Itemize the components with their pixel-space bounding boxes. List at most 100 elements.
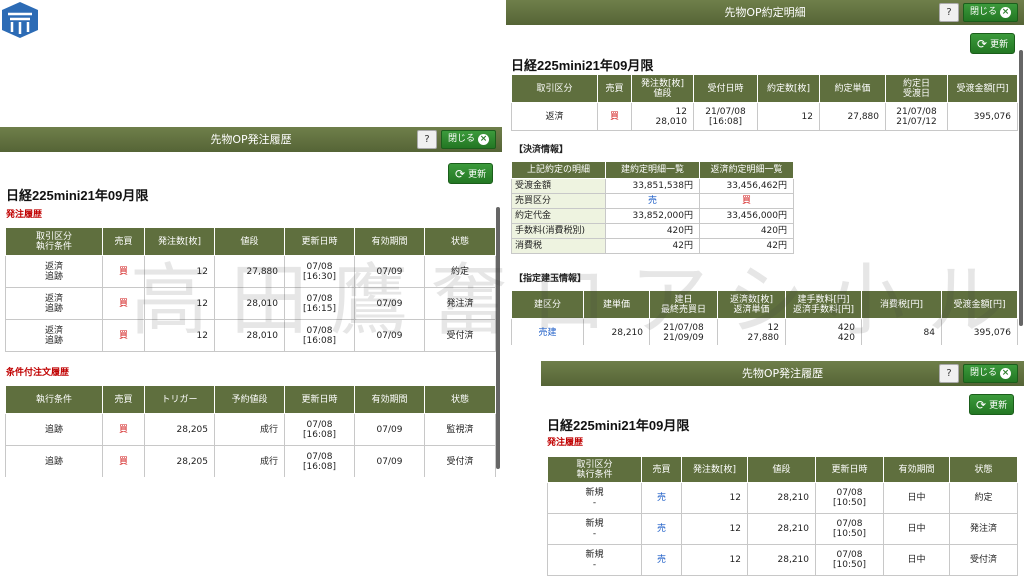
table-cell: 返済 追跡 bbox=[5, 255, 103, 288]
table-cell: 07/08 [16:30] bbox=[284, 255, 355, 288]
column-header: 有効期間 bbox=[883, 456, 950, 483]
table-cell: 売 bbox=[605, 193, 700, 209]
window-title: 先物OP約定明細 bbox=[724, 6, 806, 19]
table-cell: 追跡 bbox=[5, 413, 103, 446]
column-header: 約定数[枚] bbox=[757, 74, 820, 103]
table-cell: 日中 bbox=[883, 482, 950, 514]
column-header: 取引区分 執行条件 bbox=[547, 456, 642, 483]
table-cell: 28,210 bbox=[747, 513, 816, 545]
table-cell: 27,880 bbox=[819, 102, 886, 131]
table-cell[interactable]: 買 bbox=[102, 255, 145, 288]
column-header: 有効期間 bbox=[354, 227, 425, 256]
table-cell: 約定代金 bbox=[511, 208, 606, 224]
table-header-row: 取引区分 売買 発注数[枚] 値段 受付日時 約定数[枚] 約定単価 約定日 受渡日 受渡金額… bbox=[511, 74, 1018, 103]
table-cell: 12 bbox=[757, 102, 820, 131]
refresh-button[interactable]: ⟳ 更新 bbox=[448, 163, 494, 184]
help-button[interactable]: ? bbox=[938, 3, 959, 22]
window-title: 先物OP発注履歴 bbox=[210, 133, 292, 146]
close-button[interactable]: 閉じる × bbox=[962, 3, 1018, 22]
refresh-button[interactable]: ⟳ 更新 bbox=[970, 33, 1016, 54]
table-cell: 発注済 bbox=[424, 287, 496, 320]
refresh-button[interactable]: ⟳ 更新 bbox=[969, 394, 1015, 415]
table-cell: 受付済 bbox=[949, 544, 1018, 576]
column-header: 売買 bbox=[597, 74, 632, 103]
column-header: 建単価 bbox=[583, 290, 650, 319]
column-header: 受付日時 bbox=[693, 74, 758, 103]
help-button[interactable]: ? bbox=[938, 364, 959, 383]
column-header: 建手数料[円] 返済手数料[円] bbox=[785, 290, 862, 319]
table-cell: 33,456,000円 bbox=[699, 208, 794, 224]
table-cell[interactable]: 買 bbox=[102, 319, 145, 352]
column-header: 建区分 bbox=[511, 290, 584, 319]
help-button[interactable]: ? bbox=[416, 130, 437, 149]
table-cell: 受渡金額 bbox=[511, 178, 606, 194]
refresh-icon: ⟳ bbox=[455, 166, 466, 181]
column-header: 受渡金額[円] bbox=[941, 290, 1018, 319]
order-history-table: 取引区分 執行条件 売買 発注数[枚] 値段 更新日時 有効期間 状態 返済 追跡買 12 27… bbox=[5, 227, 496, 352]
column-header: 返済数[枚] 返済単価 bbox=[717, 290, 786, 319]
column-header: 売買 bbox=[102, 385, 145, 414]
table-cell[interactable]: 買 bbox=[597, 102, 632, 131]
table-cell: 07/09 bbox=[354, 413, 425, 446]
table-cell: 07/09 bbox=[354, 287, 425, 320]
table-cell: 返済 追跡 bbox=[5, 319, 103, 352]
table-row: 追跡買 28,205 成行 07/08 [16:08] 07/09 受付済 bbox=[5, 445, 496, 477]
scrollbar[interactable] bbox=[1019, 50, 1023, 326]
close-button[interactable]: 閉じる × bbox=[440, 130, 496, 149]
table-cell: 12 28,010 bbox=[631, 102, 694, 131]
table-cell: 売買区分 bbox=[511, 193, 606, 209]
column-header: 取引区分 bbox=[511, 74, 598, 103]
table-cell: 12 bbox=[681, 544, 748, 576]
column-header: 状態 bbox=[949, 456, 1018, 483]
table-cell: 消費税 bbox=[511, 238, 606, 254]
table-cell: 手数料(消費税別) bbox=[511, 223, 606, 239]
scrollbar[interactable] bbox=[496, 207, 500, 469]
page-title: 日経225mini21年09月限 bbox=[547, 418, 690, 433]
settlement-info-label: 【決済情報】 bbox=[514, 145, 569, 155]
table-row: 手数料(消費税別) 420円 420円 bbox=[511, 223, 794, 239]
table-cell: 84 bbox=[861, 318, 942, 345]
column-header: 発注数[枚] bbox=[681, 456, 748, 483]
table-cell: 33,456,462円 bbox=[699, 178, 794, 194]
table-cell[interactable]: 売建 bbox=[511, 318, 584, 345]
table-cell: 28,205 bbox=[144, 413, 215, 446]
order-history-table: 取引区分 執行条件 売買 発注数[枚] 値段 更新日時 有効期間 状態 新規 - 売 12 28,… bbox=[547, 456, 1018, 576]
table-cell: 28,210 bbox=[747, 482, 816, 514]
table-cell[interactable]: 買 bbox=[102, 445, 145, 477]
column-header: 値段 bbox=[747, 456, 816, 483]
column-header: 返済約定明細一覧 bbox=[699, 161, 794, 179]
table-cell: 新規 - bbox=[547, 482, 642, 514]
table-cell: 21/07/08 [16:08] bbox=[693, 102, 758, 131]
execution-table: 取引区分 売買 発注数[枚] 値段 受付日時 約定数[枚] 約定単価 約定日 受渡日 受渡金額… bbox=[511, 74, 1018, 131]
table-row: 受渡金額 33,851,538円 33,456,462円 bbox=[511, 178, 794, 194]
column-header: 有効期間 bbox=[354, 385, 425, 414]
table-row: 新規 - 売 12 28,210 07/08 [10:50] 日中 約定 bbox=[547, 482, 1018, 514]
table-cell: 07/08 [10:50] bbox=[815, 513, 884, 545]
table-cell: 07/08 [16:15] bbox=[284, 287, 355, 320]
column-header: 値段 bbox=[214, 227, 285, 256]
table-row: 売建 28,210 21/07/08 21/09/09 12 27,880 420 42… bbox=[511, 318, 1018, 345]
column-header: 取引区分 執行条件 bbox=[5, 227, 103, 256]
table-cell: 42円 bbox=[699, 238, 794, 254]
table-cell[interactable]: 売 bbox=[641, 513, 682, 545]
column-header: 更新日時 bbox=[284, 385, 355, 414]
page-title: 日経225mini21年09月限 bbox=[6, 188, 149, 203]
column-header: 更新日時 bbox=[815, 456, 884, 483]
table-header-row: 建区分 建単価 建日 最終売買日 返済数[枚] 返済単価 建手数料[円] 返済手数料[円… bbox=[511, 290, 1018, 319]
table-cell: 07/08 [10:50] bbox=[815, 544, 884, 576]
close-icon: × bbox=[1000, 7, 1011, 18]
order-history-label: 発注履歴 bbox=[6, 210, 43, 220]
table-cell: 受付済 bbox=[424, 445, 496, 477]
table-cell[interactable]: 買 bbox=[102, 287, 145, 320]
table-cell[interactable]: 売 bbox=[641, 482, 682, 514]
table-row: 売買区分売買 bbox=[511, 193, 794, 209]
column-header: 受渡金額[円] bbox=[947, 74, 1018, 103]
close-button[interactable]: 閉じる × bbox=[962, 364, 1018, 383]
column-header: トリガー bbox=[144, 385, 215, 414]
table-cell: 受付済 bbox=[424, 319, 496, 352]
close-icon: × bbox=[478, 134, 489, 145]
table-cell: 21/07/08 21/09/09 bbox=[649, 318, 718, 345]
table-cell[interactable]: 買 bbox=[102, 413, 145, 446]
table-cell[interactable]: 売 bbox=[641, 544, 682, 576]
table-cell: 日中 bbox=[883, 544, 950, 576]
